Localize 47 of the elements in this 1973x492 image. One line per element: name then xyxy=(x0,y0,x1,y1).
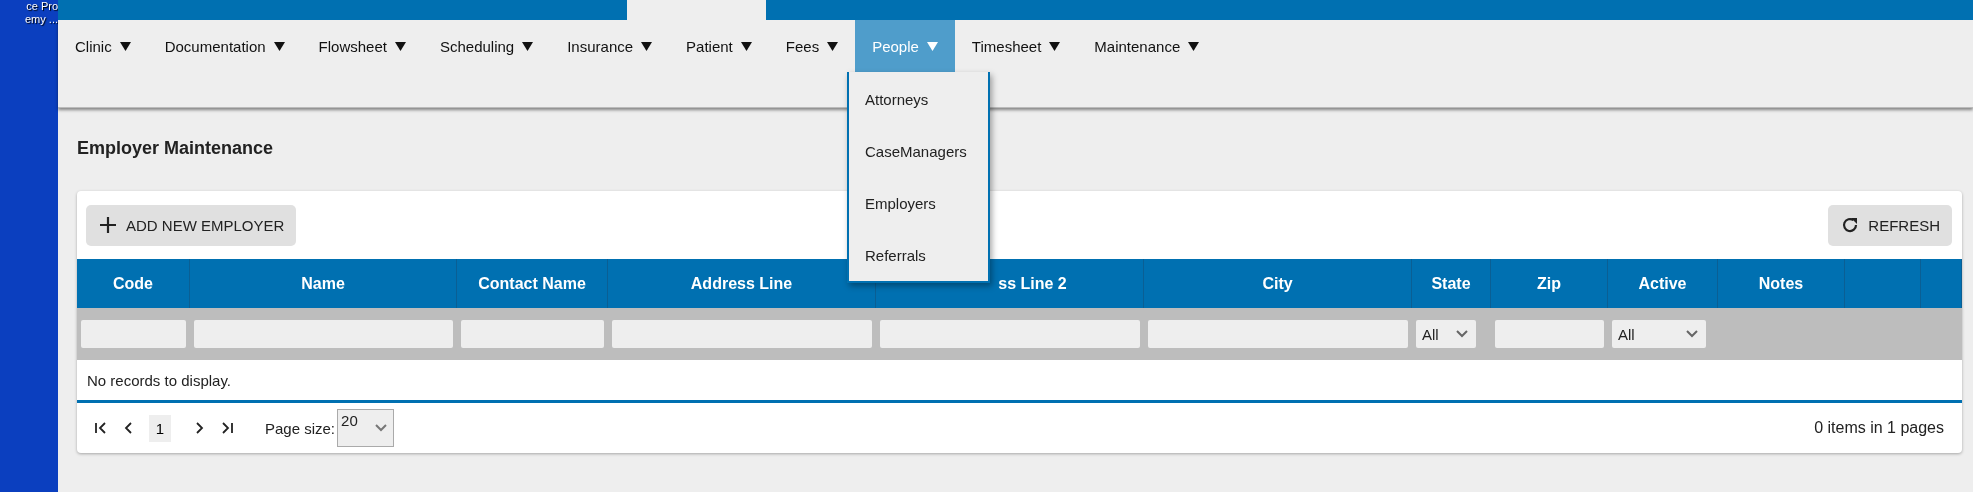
pager-summary: 0 items in 1 pages xyxy=(1814,419,1944,437)
filter-dropdown[interactable]: All xyxy=(1612,320,1706,348)
caret-icon xyxy=(926,41,938,51)
caret-icon xyxy=(1188,41,1200,51)
filter-field[interactable] xyxy=(880,320,1140,348)
desktop-icon-label[interactable]: ce Pro xyxy=(26,0,58,13)
first-page-icon[interactable] xyxy=(93,420,109,436)
filter-field[interactable] xyxy=(81,320,186,348)
refresh-button[interactable]: REFRESH xyxy=(1828,204,1952,246)
menu-item[interactable]: Patient xyxy=(669,20,769,72)
menu-item[interactable]: Documentation xyxy=(147,20,302,72)
empty-message: No records to display. xyxy=(77,360,1962,403)
menu-item[interactable]: Maintenance xyxy=(1077,20,1217,72)
filter-field[interactable] xyxy=(1148,320,1408,348)
caret-icon xyxy=(394,41,406,51)
menu-item[interactable]: Scheduling xyxy=(422,20,551,72)
caret-icon xyxy=(827,41,839,51)
menu-item[interactable]: Clinic xyxy=(58,20,148,72)
page-title: Employer Maintenance xyxy=(77,137,274,159)
menu-item[interactable]: Timesheet xyxy=(954,20,1078,72)
dropdown-item[interactable]: Employers xyxy=(849,177,988,229)
plus-icon xyxy=(98,215,118,235)
menu-item[interactable]: Flowsheet xyxy=(301,20,423,72)
caret-icon xyxy=(273,41,285,51)
menu-item[interactable]: Insurance xyxy=(550,20,670,72)
caret-icon xyxy=(740,41,752,51)
filter-dropdown[interactable]: All xyxy=(1416,320,1476,348)
filter-field[interactable] xyxy=(194,320,453,348)
chevron-down-icon xyxy=(1686,330,1698,338)
page-size-dropdown[interactable]: 20 xyxy=(337,409,395,447)
add-new-employer-button[interactable]: ADD NEW EMPLOYER xyxy=(86,204,297,246)
dropdown-item[interactable]: Attorneys xyxy=(849,73,988,125)
desktop-icon-label[interactable]: emy ... xyxy=(25,13,58,26)
last-page-icon[interactable] xyxy=(219,420,235,436)
page-size-label: Page size: xyxy=(265,419,336,437)
caret-icon xyxy=(641,41,653,51)
page-number[interactable]: 1 xyxy=(149,414,171,442)
chevron-down-icon xyxy=(375,424,388,432)
filter-field[interactable] xyxy=(461,320,604,348)
menu-item[interactable]: Fees xyxy=(768,20,856,72)
caret-icon xyxy=(119,41,131,51)
dropdown-item[interactable]: CaseManagers xyxy=(849,125,988,177)
filter-field[interactable] xyxy=(1495,320,1604,348)
caret-icon xyxy=(1049,41,1061,51)
filter-field[interactable] xyxy=(612,320,872,348)
chevron-down-icon xyxy=(1456,330,1468,338)
caret-icon xyxy=(522,41,534,51)
